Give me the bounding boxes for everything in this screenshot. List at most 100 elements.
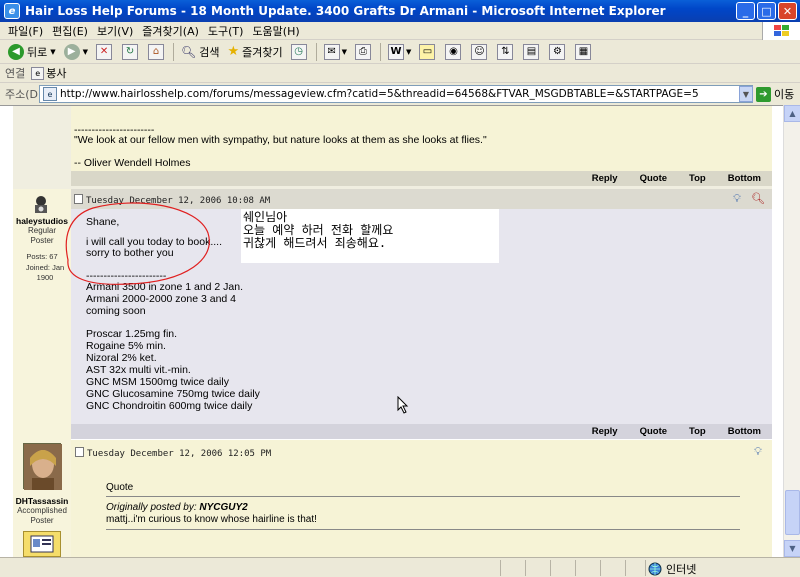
search-label: 검색	[199, 45, 220, 59]
maximize-button[interactable]: □	[757, 2, 776, 20]
window-title: Hair Loss Help Forums - 18 Month Update.…	[25, 4, 666, 18]
scroll-up-button[interactable]: ▲	[784, 105, 800, 122]
translate-button[interactable]: ⇅	[493, 41, 519, 63]
menu-file[interactable]: 파일(F)	[6, 23, 50, 39]
reply-link[interactable]: Reply	[581, 426, 629, 437]
close-button[interactable]: ✕	[778, 2, 797, 20]
scroll-down-button[interactable]: ▼	[784, 540, 800, 557]
star-icon: ★	[227, 44, 240, 59]
address-input[interactable]: e http://www.hairlosshelp.com/forums/mes…	[39, 85, 753, 103]
toolbar-separator	[315, 42, 317, 61]
post-text: GNC MSM 1500mg twice daily	[86, 376, 229, 388]
menu-tools[interactable]: 도구(T)	[206, 23, 251, 39]
discuss-button[interactable]: ▭	[415, 41, 441, 63]
history-button[interactable]: ◷	[287, 41, 313, 63]
back-button[interactable]: ◀ 뒤로 ▼	[4, 41, 60, 63]
sig-quote: "We look at our fellow men with sympathy…	[74, 134, 487, 146]
ip-info-icon[interactable]: 💡︎	[729, 190, 745, 207]
research-button[interactable]: ◉	[441, 41, 467, 63]
post-date-text: Tuesday December 12, 2006 12:05 PM	[87, 449, 272, 459]
menu-help[interactable]: 도움말(H)	[250, 23, 306, 39]
bottom-link[interactable]: Bottom	[717, 173, 772, 184]
refresh-button[interactable]: ↻	[118, 41, 144, 63]
menu-edit[interactable]: 편집(E)	[50, 23, 95, 39]
post1-author-column	[13, 106, 71, 189]
windows-flag-icon	[762, 22, 800, 40]
author-rank: Accomplished Poster	[17, 506, 67, 525]
chevron-down-icon: ▼	[341, 47, 348, 56]
links-label: 연결	[5, 67, 26, 80]
profile-card-icon[interactable]	[23, 531, 61, 557]
address-url: http://www.hairlosshelp.com/forums/messa…	[60, 88, 699, 100]
quote-attribution: Originally posted by: NYCGUY2	[106, 502, 248, 513]
quote-text: mattj..i'm curious to know whose hairlin…	[106, 514, 317, 525]
top-link[interactable]: Top	[678, 426, 717, 437]
quote-link[interactable]: Quote	[629, 173, 678, 184]
menu-favorites[interactable]: 즐겨찾기(A)	[140, 23, 206, 39]
messenger-icon: ☺	[471, 43, 488, 60]
avatar	[23, 443, 62, 490]
post-text: GNC Chondroitin 600mg twice daily	[86, 400, 253, 412]
post-text: Nizoral 2% ket.	[86, 352, 157, 364]
quote-link[interactable]: Quote	[629, 426, 678, 437]
favorites-button[interactable]: ★ 즐겨찾기	[224, 41, 287, 63]
quote-rule-top	[106, 496, 740, 497]
title-bar: e Hair Loss Help Forums - 18 Month Updat…	[0, 0, 800, 22]
document-icon	[75, 447, 84, 457]
scroll-thumb[interactable]	[785, 490, 800, 535]
address-dropdown-button[interactable]: ▼	[739, 86, 753, 102]
top-link[interactable]: Top	[678, 173, 717, 184]
edit-button[interactable]: W ▼	[384, 41, 415, 63]
post1-signature: ----------------------- "We look at our …	[71, 106, 772, 171]
menu-view[interactable]: 보기(V)	[95, 23, 140, 39]
history-icon: ◷	[290, 43, 307, 60]
home-button[interactable]: ⌂	[144, 41, 170, 63]
post-text: Armani 2000-2000 zone 3 and 4	[86, 293, 237, 305]
address-label: 주소(D)	[5, 88, 43, 101]
print-button[interactable]: ⎙	[351, 41, 377, 63]
security-zone: 인터넷	[648, 561, 696, 577]
post-text: Rogaine 5% min.	[86, 340, 166, 352]
tools-button[interactable]: ⚙	[545, 41, 571, 63]
ip-info-icon[interactable]: 💡︎	[750, 443, 766, 460]
reply-link[interactable]: Reply	[581, 173, 629, 184]
page-viewport: ----------------------- "We look at our …	[0, 105, 783, 557]
links-bar: 연결 e 봉사	[0, 64, 800, 83]
calculator-icon: ▦	[575, 43, 592, 60]
chevron-down-icon: ▼	[406, 47, 412, 56]
stop-button[interactable]: ✕	[92, 41, 118, 63]
bookmark-icon: ▤	[523, 43, 540, 60]
go-label: 이동	[774, 88, 795, 101]
standard-toolbar: ◀ 뒤로 ▼ ▶ ▼ ✕ ↻ ⌂ 🔍︎ 검색 ★ 즐겨찾기 ◷ ✉ ▼ ⎙ W ▼ …	[0, 40, 800, 64]
mail-button[interactable]: ✉ ▼	[320, 41, 351, 63]
post-text: GNC Glucosamine 750mg twice daily	[86, 388, 260, 400]
messenger-button[interactable]: ☺	[467, 41, 493, 63]
bookmark-button[interactable]: ▤	[519, 41, 545, 63]
vertical-scrollbar[interactable]: ▲ ▼	[783, 105, 800, 557]
favorites-label: 즐겨찾기	[242, 45, 283, 59]
page-icon: e	[43, 87, 57, 101]
search-button[interactable]: 🔍︎ 검색	[177, 41, 223, 63]
links-item[interactable]: e 봉사	[31, 65, 67, 81]
minimize-button[interactable]: _	[736, 2, 755, 20]
sig-attribution: -- Oliver Wendell Holmes	[74, 157, 191, 169]
menu-bar: 파일(F) 편집(E) 보기(V) 즐겨찾기(A) 도구(T) 도움말(H)	[0, 22, 800, 40]
mouse-cursor-icon	[397, 396, 409, 414]
back-label: 뒤로	[27, 45, 48, 59]
go-arrow-icon: ➔	[756, 86, 771, 102]
status-bar: 인터넷	[0, 557, 800, 577]
author-name[interactable]: DHTassassin	[13, 496, 71, 506]
bottom-link[interactable]: Bottom	[717, 426, 772, 437]
ie-logo-icon: e	[4, 3, 20, 19]
go-button[interactable]: ➔ 이동	[756, 85, 794, 103]
quote-label: Quote	[106, 482, 134, 493]
forward-button[interactable]: ▶ ▼	[60, 41, 92, 63]
profile-search-icon[interactable]: 🔍︎	[750, 190, 766, 207]
search-icon: 🔍︎	[181, 44, 197, 59]
translate-icon: ⇅	[497, 43, 514, 60]
quote-by-prefix: Originally posted by:	[106, 502, 197, 513]
post-date: Tuesday December 12, 2006 12:05 PM	[75, 447, 271, 459]
back-arrow-icon: ◀	[8, 43, 24, 60]
post1-action-bar: Reply Quote Top Bottom	[71, 171, 772, 186]
calc-button[interactable]: ▦	[571, 41, 597, 63]
